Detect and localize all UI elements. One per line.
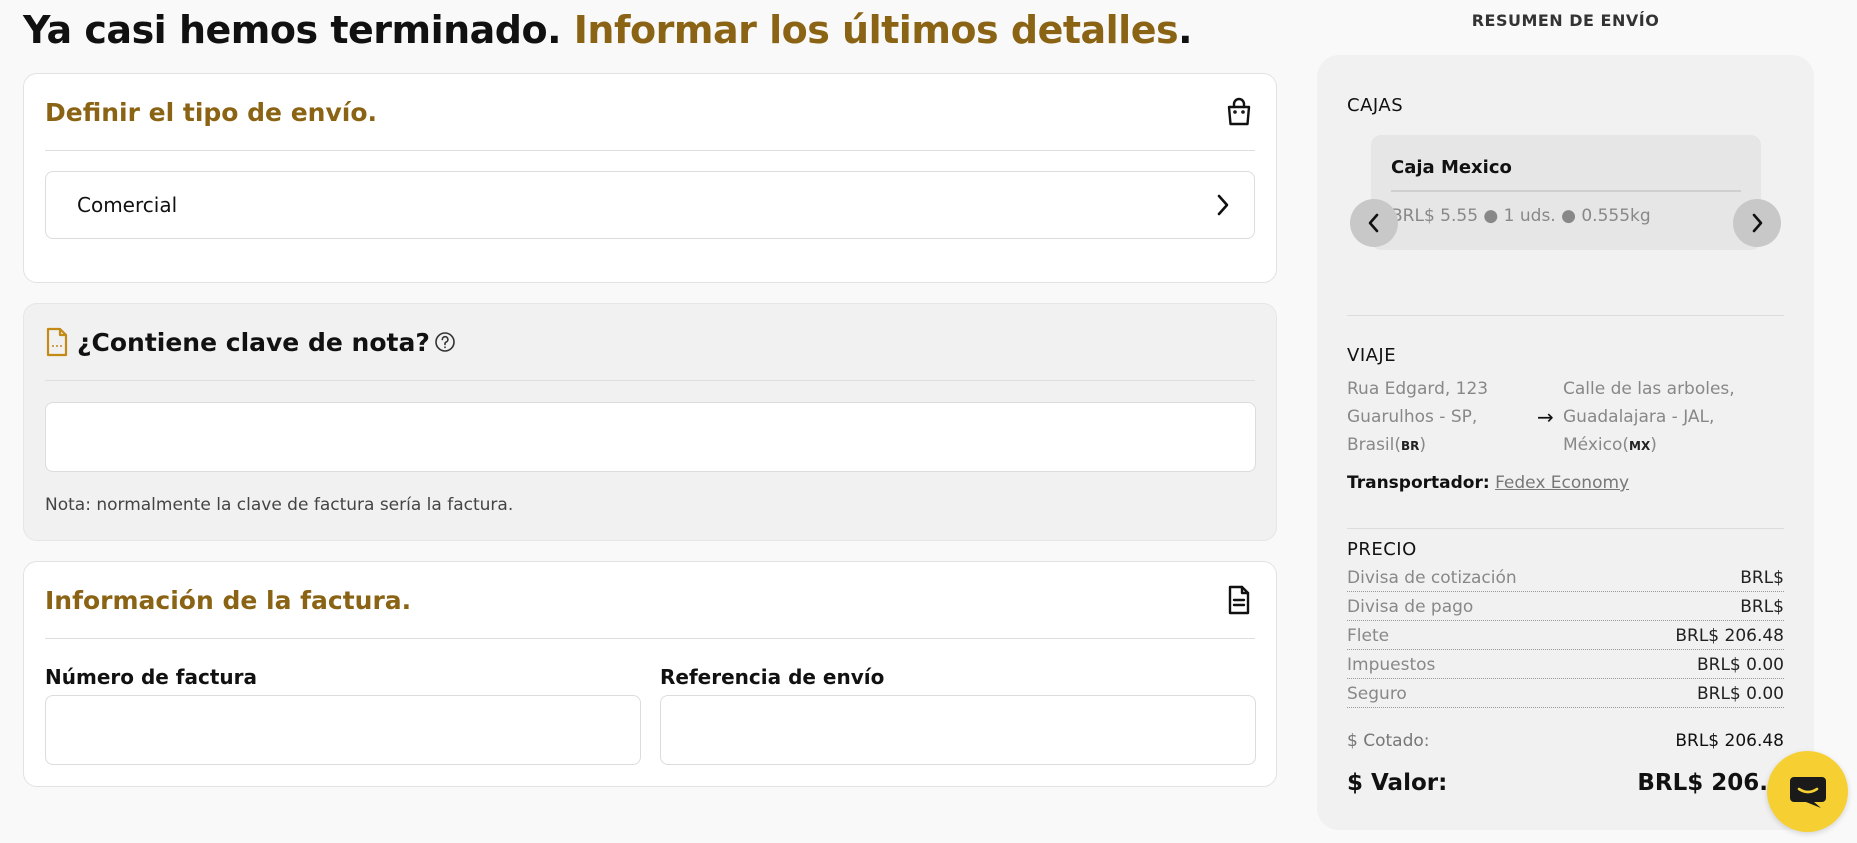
- shipping-summary-panel: CAJAS Caja Mexico BRL$ 5.55 ● 1 uds. ● 0…: [1317, 55, 1814, 830]
- chevron-right-icon: [1217, 194, 1229, 216]
- page-title-highlight: Informar los últimos detalles: [573, 8, 1179, 52]
- shipping-reference-input[interactable]: [660, 695, 1256, 765]
- carrier-link[interactable]: Fedex Economy: [1495, 473, 1629, 493]
- total-value: BRL$ 206.4: [1637, 770, 1784, 796]
- arrow-right-icon: →: [1537, 405, 1554, 429]
- note-key-title: ¿Contiene clave de nota?: [77, 327, 430, 357]
- invoice-number-input[interactable]: [45, 695, 641, 765]
- note-key-input[interactable]: [45, 402, 1256, 472]
- origin-line2: Guarulhos - SP,: [1347, 407, 1478, 427]
- invoice-number-label: Número de factura: [45, 665, 258, 689]
- box-name: Caja Mexico: [1391, 157, 1512, 178]
- shipping-type-title: Definir el tipo de envío.: [45, 97, 378, 127]
- quoted-label: $ Cotado:: [1347, 731, 1430, 751]
- document-icon: [45, 327, 69, 357]
- page-title-main: Ya casi hemos terminado.: [23, 8, 562, 52]
- shipping-type-select[interactable]: Comercial: [45, 171, 1255, 239]
- origin-line3: Brasil(BR): [1347, 435, 1427, 455]
- shipping-type-card: Definir el tipo de envío. Comercial: [23, 73, 1277, 283]
- page-title: Ya casi hemos terminado. Informar los úl…: [23, 8, 1193, 52]
- invoice-header: Información de la factura.: [45, 562, 1255, 639]
- summary-heading: RESUMEN DE ENVÍO: [1471, 11, 1660, 30]
- invoice-title: Información de la factura.: [45, 585, 412, 615]
- boxes-section-label: CAJAS: [1347, 95, 1404, 116]
- quoted-row: $ Cotado: BRL$ 206.48: [1347, 731, 1784, 751]
- chevron-right-icon: [1752, 213, 1763, 233]
- section-divider: [1347, 315, 1784, 316]
- price-row-insurance: Seguro BRL$ 0.00: [1347, 679, 1784, 708]
- box-card: Caja Mexico BRL$ 5.55 ● 1 uds. ● 0.555kg: [1371, 135, 1761, 250]
- chat-button[interactable]: [1767, 751, 1848, 832]
- total-row: $ Valor: BRL$ 206.4: [1347, 770, 1784, 796]
- shipping-type-header: Definir el tipo de envío.: [45, 74, 1255, 151]
- price-row-freight: Flete BRL$ 206.48: [1347, 621, 1784, 650]
- invoice-card: Información de la factura. Número de fac…: [23, 561, 1277, 787]
- origin-address: Rua Edgard, 123 Guarulhos - SP, Brasil(B…: [1347, 375, 1488, 460]
- shopping-bag-icon: [1223, 96, 1255, 128]
- price-row-taxes: Impuestos BRL$ 0.00: [1347, 650, 1784, 679]
- help-icon[interactable]: [434, 331, 456, 353]
- chat-bubble-icon: [1789, 776, 1826, 808]
- quoted-value: BRL$ 206.48: [1675, 731, 1784, 751]
- destination-address: Calle de las arboles, Guadalajara - JAL,…: [1563, 375, 1735, 460]
- note-key-header: ¿Contiene clave de nota?: [45, 304, 1255, 381]
- carrier-label: Transportador:: [1347, 473, 1490, 493]
- origin-country-code: BR: [1401, 439, 1420, 453]
- price-section-label: PRECIO: [1347, 539, 1417, 560]
- section-divider: [1347, 528, 1784, 529]
- chevron-left-icon: [1368, 213, 1379, 233]
- total-label: $ Valor:: [1347, 770, 1448, 796]
- carousel-prev-button[interactable]: [1350, 199, 1398, 247]
- carousel-next-button[interactable]: [1733, 199, 1781, 247]
- price-row-quote-currency: Divisa de cotización BRL$: [1347, 563, 1784, 592]
- box-meta: BRL$ 5.55 ● 1 uds. ● 0.555kg: [1391, 206, 1651, 226]
- trip-section-label: VIAJE: [1347, 345, 1397, 366]
- carrier-row: Transportador: Fedex Economy: [1347, 473, 1629, 493]
- invoice-file-icon: [1223, 584, 1255, 616]
- note-key-hint: Nota: normalmente la clave de factura se…: [45, 495, 514, 515]
- box-divider: [1391, 190, 1741, 192]
- shipping-reference-label: Referencia de envío: [660, 665, 885, 689]
- page-title-period: .: [1178, 8, 1193, 52]
- price-row-payment-currency: Divisa de pago BRL$: [1347, 592, 1784, 621]
- destination-line3: México(MX): [1563, 435, 1657, 455]
- shipping-type-value: Comercial: [77, 193, 178, 217]
- origin-line1: Rua Edgard, 123: [1347, 379, 1489, 399]
- destination-country-code: MX: [1629, 439, 1651, 453]
- destination-line2: Guadalajara - JAL,: [1563, 407, 1715, 427]
- destination-line1: Calle de las arboles,: [1563, 379, 1735, 399]
- note-key-card: ¿Contiene clave de nota? Nota: normalmen…: [23, 303, 1277, 541]
